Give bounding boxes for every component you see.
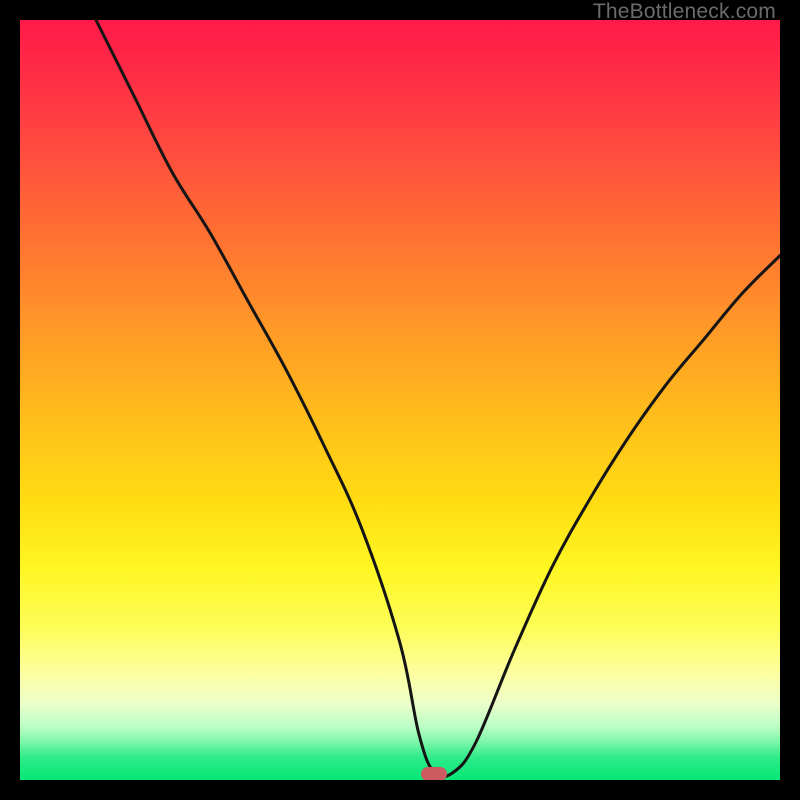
- bottleneck-curve: [20, 20, 780, 780]
- chart-frame: TheBottleneck.com: [0, 0, 800, 800]
- plot-area: [20, 20, 780, 780]
- optimum-marker: [421, 767, 447, 780]
